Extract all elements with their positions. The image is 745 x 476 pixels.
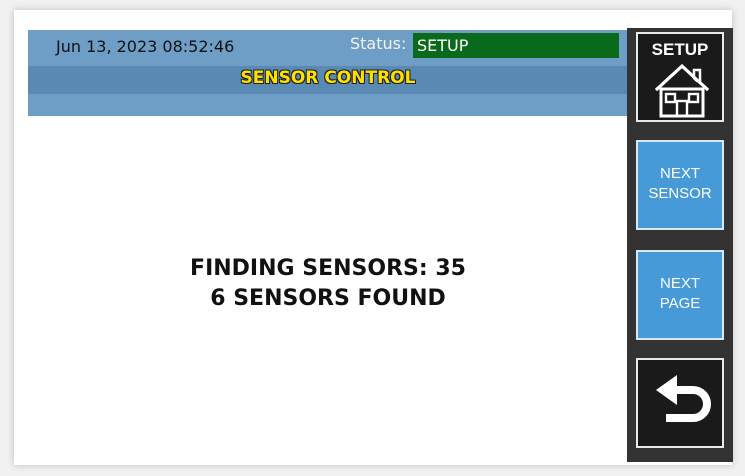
back-button[interactable] xyxy=(636,358,724,448)
header-status-row: Jun 13, 2023 08:52:46 Status: SETUP xyxy=(28,30,628,66)
device-screen: Jun 13, 2023 08:52:46 Status: SETUP SENS… xyxy=(0,0,745,476)
next-page-label-line-1: NEXT xyxy=(659,275,700,292)
datetime-display: Jun 13, 2023 08:52:46 xyxy=(56,37,235,56)
next-sensor-button[interactable]: NEXT SENSOR xyxy=(636,140,724,230)
top-header: Jun 13, 2023 08:52:46 Status: SETUP SENS… xyxy=(28,30,628,116)
sensor-search-message: FINDING SENSORS: 35 6 SENSORS FOUND xyxy=(28,254,628,314)
setup-button[interactable]: SETUP xyxy=(636,32,724,122)
status-value: SETUP xyxy=(413,33,619,58)
sensors-found-text: 6 SENSORS FOUND xyxy=(210,286,446,311)
status-label: Status: xyxy=(350,34,407,53)
next-page-button[interactable]: NEXT PAGE xyxy=(636,250,724,340)
page-title: SENSOR CONTROL xyxy=(240,68,416,88)
next-page-label-line-2: PAGE xyxy=(659,295,701,312)
right-button-panel: SETUP NEXT SENSOR NEXT PAGE xyxy=(627,28,733,462)
next-sensor-label-line-2: SENSOR xyxy=(648,185,712,202)
house-icon xyxy=(654,63,710,118)
setup-button-label: SETUP xyxy=(651,40,709,59)
header-bottom-band xyxy=(28,94,628,116)
return-arrow-icon xyxy=(656,375,711,422)
next-sensor-label-line-1: NEXT xyxy=(659,165,700,182)
finding-sensors-text: FINDING SENSORS: 35 xyxy=(190,256,466,281)
